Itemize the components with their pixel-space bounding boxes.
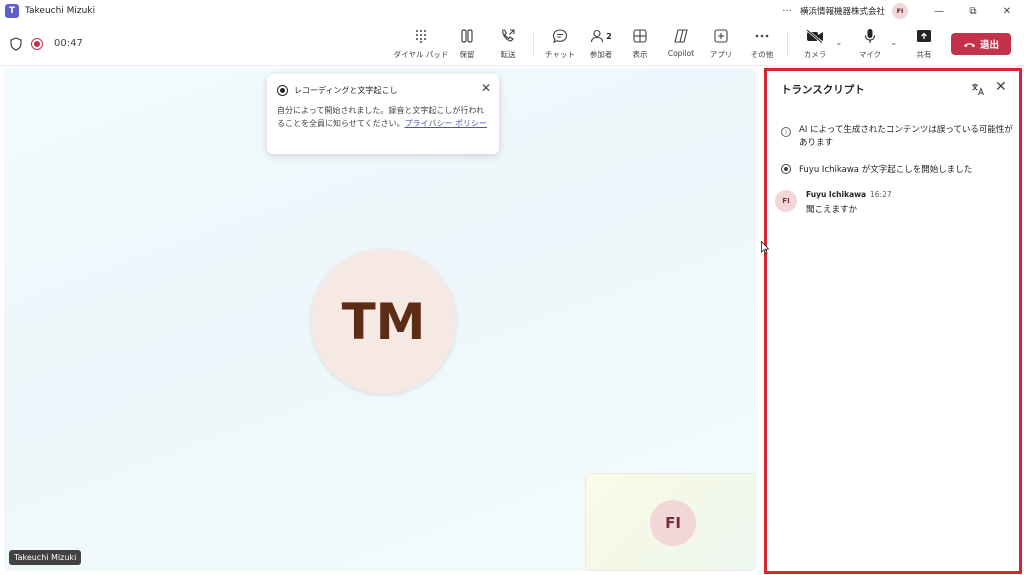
title-bar-controls: ··· 横浜情報機器株式会社 FI — ⧉ ✕: [778, 0, 1024, 22]
camera-off-icon: [806, 26, 824, 46]
view-button[interactable]: 表示: [627, 26, 653, 62]
notification-body: 自分によって開始されました。録音と文字起こしが行われることを全員に知らせてくださ…: [277, 104, 489, 130]
entry-text: 聞こえますか: [806, 205, 858, 215]
share-icon: [916, 26, 932, 46]
more-label: その他: [750, 50, 774, 59]
copilot-label: Copilot: [667, 49, 695, 58]
view-icon: [633, 26, 647, 46]
toolbar-divider: [533, 32, 534, 56]
leave-button[interactable]: 退出: [951, 33, 1011, 55]
record-icon: [277, 84, 288, 96]
participants-label: 参加者: [589, 50, 613, 59]
hangup-icon: [963, 42, 975, 47]
window-title: Takeuchi Mizuki: [25, 6, 96, 16]
mic-options-chevron-icon[interactable]: ⌄: [890, 38, 898, 48]
camera-label: カメラ: [803, 50, 827, 59]
dialpad-icon: [415, 26, 427, 46]
copilot-icon: [673, 26, 689, 46]
transcription-started-notice: Fuyu Ichikawa が文字起こしを開始しました: [781, 163, 972, 175]
chat-icon: [552, 26, 568, 46]
apps-label: アプリ: [709, 50, 733, 59]
people-icon: 2: [590, 26, 612, 46]
speaker-avatar: FI: [775, 190, 797, 212]
copilot-button[interactable]: Copilot: [664, 26, 698, 62]
account-avatar[interactable]: FI: [892, 3, 908, 19]
mouse-cursor-icon: [761, 241, 769, 255]
ai-disclaimer-text: AI によって生成されたコンテンツは誤っている可能性があります: [799, 125, 1013, 148]
dialpad-label: ダイヤル パッド: [393, 50, 449, 59]
ai-disclaimer: i AI によって生成されたコンテンツは誤っている可能性があります: [781, 124, 1017, 150]
mic-button[interactable]: マイク: [856, 26, 884, 62]
more-icon: [755, 26, 769, 46]
info-icon: i: [781, 127, 791, 137]
shield-icon: [10, 37, 22, 51]
panel-close-button[interactable]: ✕: [995, 79, 1007, 95]
transcription-started-text: Fuyu Ichikawa が文字起こしを開始しました: [799, 165, 973, 175]
participant-name-tag: Takeuchi Mizuki: [9, 550, 82, 565]
dialpad-button[interactable]: ダイヤル パッド: [394, 26, 448, 62]
title-bar: T Takeuchi Mizuki ··· 横浜情報機器株式会社 FI — ⧉ …: [0, 0, 1024, 22]
language-settings-icon[interactable]: [971, 82, 985, 96]
speaker-name: Fuyu Ichikawa: [806, 190, 867, 199]
mic-label: マイク: [858, 50, 882, 59]
mic-icon: [864, 26, 876, 46]
apps-icon: [714, 26, 728, 46]
teams-icon: T: [5, 4, 19, 18]
transcript-panel: トランスクリプト ✕ i AI によって生成されたコンテンツは誤っている可能性が…: [764, 68, 1022, 574]
record-icon: [781, 164, 791, 174]
more-options-icon[interactable]: ···: [778, 6, 796, 17]
transfer-label: 転送: [500, 50, 516, 59]
privacy-policy-link[interactable]: プライバシー ポリシー: [405, 119, 487, 128]
meeting-toolbar: 00:47 ダイヤル パッド 保留 転送 チャット 2 参加者 表示 Copil…: [0, 22, 1024, 66]
apps-button[interactable]: アプリ: [708, 26, 734, 62]
self-video-tile[interactable]: FI: [585, 473, 756, 571]
chat-label: チャット: [545, 50, 575, 59]
participants-button[interactable]: 2 参加者: [586, 26, 616, 62]
minimize-button[interactable]: —: [922, 6, 956, 17]
camera-button[interactable]: カメラ: [800, 26, 830, 62]
transfer-button[interactable]: 転送: [494, 26, 522, 62]
chat-button[interactable]: チャット: [545, 26, 575, 62]
hold-button[interactable]: 保留: [453, 26, 481, 62]
entry-timestamp: 16:27: [870, 190, 892, 199]
panel-title: トランスクリプト: [781, 84, 865, 96]
view-label: 表示: [632, 50, 648, 59]
toolbar-divider: [787, 32, 788, 56]
share-button[interactable]: 共有: [910, 26, 938, 62]
notification-title: レコーディングと文字起こし: [294, 85, 398, 95]
hold-icon: [460, 26, 474, 46]
participant-count-badge: 2: [606, 31, 612, 41]
restore-button[interactable]: ⧉: [956, 6, 990, 17]
call-timer: 00:47: [54, 38, 83, 49]
self-avatar: FI: [650, 500, 696, 546]
org-name: 横浜情報機器株式会社: [799, 7, 885, 17]
main-participant-avatar: TM: [311, 249, 456, 394]
recording-notification: レコーディングと文字起こし ✕ 自分によって開始されました。録音と文字起こしが行…: [267, 74, 499, 154]
share-label: 共有: [916, 50, 932, 59]
camera-options-chevron-icon[interactable]: ⌄: [835, 38, 843, 48]
transfer-icon: [500, 26, 516, 46]
notification-close-button[interactable]: ✕: [481, 81, 491, 95]
leave-label: 退出: [979, 40, 999, 51]
recording-indicator-icon: [31, 38, 43, 50]
hold-label: 保留: [459, 50, 475, 59]
close-window-button[interactable]: ✕: [990, 6, 1024, 17]
more-button[interactable]: その他: [747, 26, 777, 62]
